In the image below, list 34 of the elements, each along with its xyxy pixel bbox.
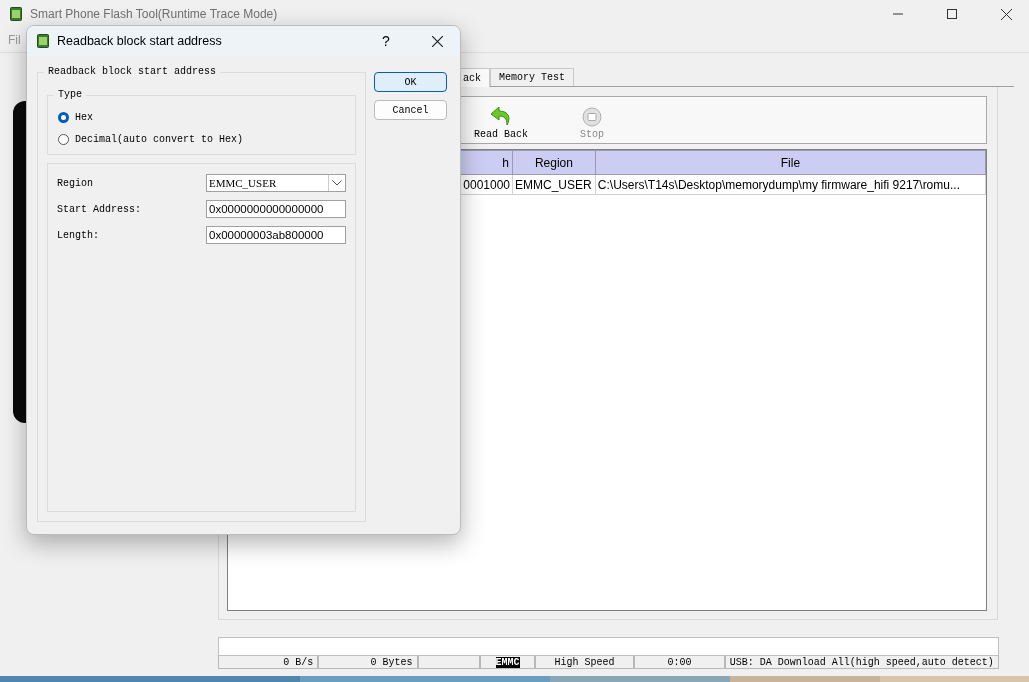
- table-cell: EMMC_USER: [512, 174, 596, 195]
- help-button[interactable]: ?: [366, 26, 406, 56]
- status-cell: USB: DA Download All(high speed,auto detect): [724, 656, 999, 669]
- dialog-button[interactable]: Cancel: [374, 100, 447, 120]
- group-title: Type: [54, 89, 86, 100]
- column-header[interactable]: File: [595, 150, 986, 175]
- status-cell: 0 B/s: [218, 656, 319, 669]
- region-dropdown[interactable]: EMMC_USER: [206, 174, 346, 192]
- dialog-title: Readback block start address: [57, 34, 222, 48]
- app-icon: [10, 7, 22, 21]
- app-icon: [37, 34, 49, 48]
- status-cell: 0:00: [634, 656, 725, 669]
- status-cell: [417, 656, 481, 669]
- caret-icon[interactable]: [328, 175, 345, 191]
- column-header[interactable]: Region: [512, 150, 596, 175]
- stop-icon: [582, 107, 602, 127]
- toolbar-button[interactable]: Read Back: [468, 97, 534, 143]
- tab[interactable]: ack: [461, 68, 490, 87]
- input-field[interactable]: 0x0000000000000000: [206, 200, 346, 218]
- table-cell: C:\Users\T14s\Desktop\memorydump\my firmware_hifi 9217\romu...: [595, 174, 986, 195]
- status-cell: EMMC: [480, 656, 535, 669]
- field-label: Region: [57, 177, 94, 189]
- status-cell: High Speed: [534, 656, 635, 669]
- radio-option[interactable]: Decimal(auto convert to Hex): [58, 132, 345, 146]
- input-field[interactable]: 0x00000003ab800000: [206, 226, 346, 244]
- status-cell: 0 Bytes: [318, 656, 418, 669]
- radio-option[interactable]: Hex: [58, 110, 345, 124]
- tab[interactable]: Memory Test: [490, 68, 575, 86]
- group-title: Readback block start address: [44, 66, 221, 77]
- back-arrow-icon: [490, 105, 512, 127]
- field-label: Length:: [57, 229, 100, 241]
- window-title: Smart Phone Flash Tool(Runtime Trace Mode): [30, 7, 278, 21]
- field-label: Start Address:: [57, 203, 142, 215]
- dialog-button[interactable]: OK: [374, 72, 447, 92]
